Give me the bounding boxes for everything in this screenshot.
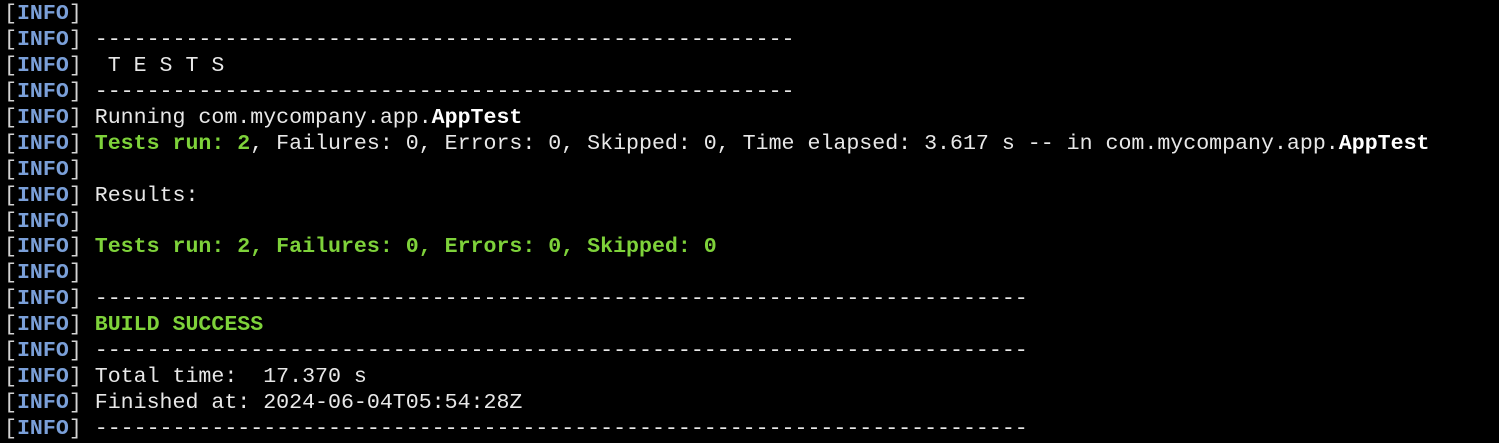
log-level: INFO [16, 417, 69, 441]
log-line: [INFO] Results: [4, 184, 1430, 210]
log-level: INFO [16, 183, 69, 208]
log-bracket-open: [ [4, 2, 17, 26]
log-bracket-open: [ [4, 79, 17, 104]
log-line: [INFO] ---------------------------------… [4, 28, 1430, 54]
log-line: [INFO] T E S T S [4, 54, 1430, 80]
log-text-segment [82, 235, 95, 259]
log-level: INFO [16, 79, 69, 104]
log-text-segment: Results: [81, 183, 199, 208]
log-line: [INFO] ---------------------------------… [4, 287, 1430, 313]
log-line: [INFO] [4, 2, 1430, 28]
log-line: [INFO] Running com.mycompany.app.AppTest [4, 106, 1430, 132]
log-text-segment: AppTest [431, 105, 523, 130]
log-text-segment: ----------------------------------------… [81, 27, 795, 52]
log-level: INFO [16, 105, 69, 130]
log-level: INFO [16, 313, 69, 338]
log-text-segment: ----------------------------------------… [81, 79, 795, 104]
terminal-output: [INFO] [INFO] ---------------------------… [4, 2, 1430, 443]
log-bracket-close: ] [68, 53, 82, 78]
log-line: [INFO] Finished at: 2024-06-04T05:54:28Z [4, 391, 1430, 417]
log-text-segment: Tests run: 2 [94, 131, 251, 156]
log-bracket-close: ] [68, 235, 82, 260]
log-level: INFO [16, 391, 69, 416]
log-bracket-close: ] [68, 79, 82, 104]
log-line: [INFO] BUILD SUCCESS [4, 313, 1430, 339]
log-level: INFO [16, 157, 69, 182]
log-bracket-close: ] [68, 313, 82, 338]
log-bracket-close: ] [68, 391, 82, 416]
log-bracket-close: ] [68, 287, 82, 312]
log-bracket-open: [ [4, 417, 17, 441]
log-text-segment: ----------------------------------------… [81, 287, 1028, 312]
log-bracket-open: [ [4, 53, 17, 78]
log-level: INFO [16, 287, 69, 312]
log-level: INFO [16, 53, 69, 78]
log-bracket-close: ] [68, 2, 82, 26]
log-bracket-close: ] [68, 131, 82, 156]
log-text-segment: ----------------------------------------… [81, 339, 1028, 364]
log-bracket-open: [ [4, 391, 17, 416]
log-level: INFO [16, 2, 69, 26]
log-bracket-close: ] [68, 105, 82, 130]
log-bracket-close: ] [68, 261, 82, 286]
log-bracket-open: [ [4, 339, 17, 364]
log-bracket-open: [ [4, 365, 17, 390]
log-level: INFO [16, 235, 69, 260]
log-bracket-close: ] [68, 209, 82, 234]
log-level: INFO [16, 365, 69, 390]
log-bracket-open: [ [4, 183, 17, 208]
log-text-segment: AppTest [1338, 131, 1430, 156]
log-text-segment: Finished at: 2024-06-04T05:54:28Z [81, 391, 523, 416]
log-bracket-open: [ [4, 313, 17, 338]
log-line: [INFO] Total time: 17.370 s [4, 365, 1430, 391]
log-line: [INFO] [4, 158, 1430, 184]
log-level: INFO [16, 209, 69, 234]
log-bracket-open: [ [4, 131, 17, 156]
log-line: [INFO] Tests run: 2, Failures: 0, Errors… [4, 235, 1430, 261]
log-bracket-close: ] [68, 27, 82, 52]
log-bracket-open: [ [4, 209, 17, 234]
log-text-segment [82, 313, 95, 337]
log-bracket-open: [ [4, 105, 17, 130]
log-bracket-open: [ [4, 287, 17, 312]
log-level: INFO [16, 27, 69, 52]
log-text-segment: Total time: 17.370 s [81, 365, 367, 390]
log-line: [INFO] ---------------------------------… [4, 80, 1430, 106]
log-bracket-close: ] [68, 183, 82, 208]
log-text-segment: Tests run: 2, Failures: 0, Errors: 0, Sk… [94, 235, 717, 260]
log-bracket-open: [ [4, 27, 17, 52]
log-text-segment: Running com.mycompany.app. [81, 105, 432, 130]
log-text-segment: ----------------------------------------… [81, 417, 1028, 441]
log-bracket-close: ] [68, 417, 82, 441]
log-line: [INFO] Tests run: 2, Failures: 0, Errors… [4, 132, 1430, 158]
log-level: INFO [16, 339, 69, 364]
log-line: [INFO] [4, 261, 1430, 287]
log-line: [INFO] [4, 210, 1430, 236]
log-bracket-open: [ [4, 261, 17, 286]
log-line: [INFO] ---------------------------------… [4, 417, 1430, 443]
log-bracket-close: ] [68, 365, 82, 390]
log-bracket-open: [ [4, 157, 17, 182]
log-bracket-close: ] [68, 339, 82, 364]
log-text-segment [82, 132, 95, 156]
log-bracket-close: ] [68, 157, 82, 182]
log-line: [INFO] ---------------------------------… [4, 339, 1430, 365]
log-bracket-open: [ [4, 235, 17, 260]
log-text-segment: T E S T S [81, 53, 225, 78]
log-text-segment: , Failures: 0, Errors: 0, Skipped: 0, Ti… [250, 131, 1339, 156]
log-level: INFO [16, 261, 69, 286]
log-level: INFO [16, 131, 69, 156]
log-text-segment: BUILD SUCCESS [94, 313, 264, 338]
